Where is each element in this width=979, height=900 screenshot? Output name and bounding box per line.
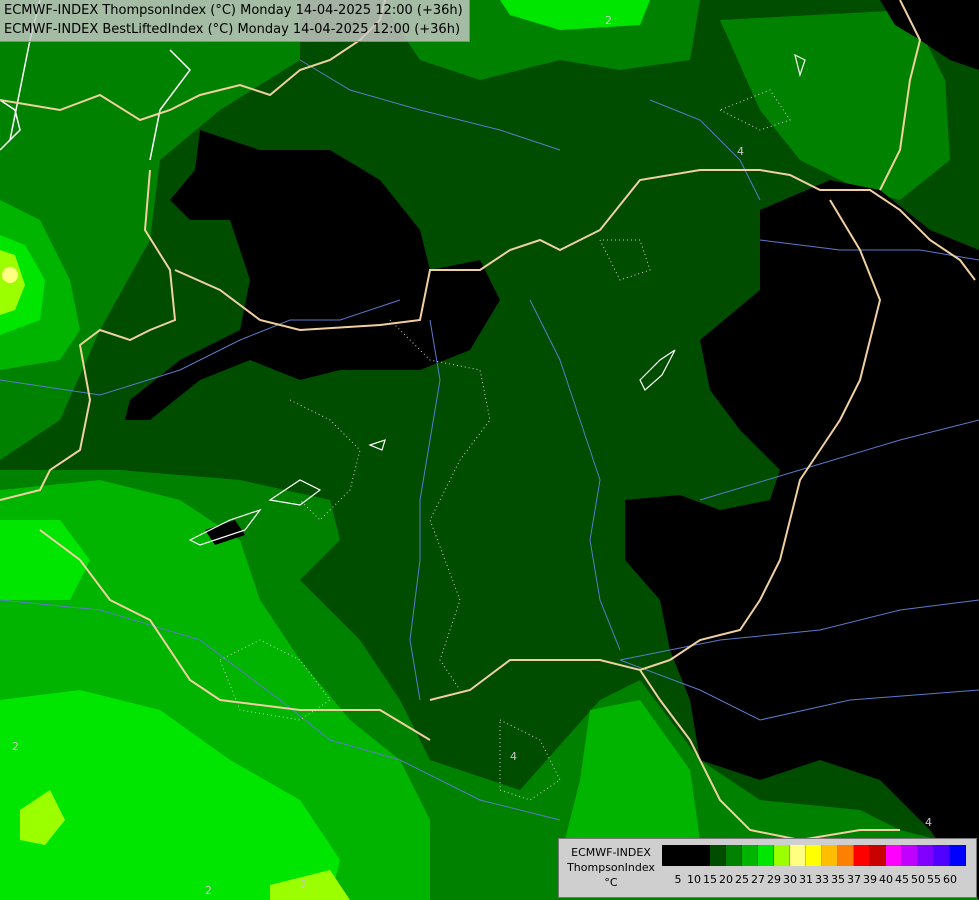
yellow-spot (2, 267, 18, 283)
legend-tick-label: 37 (847, 873, 861, 886)
legend-tick-label: 55 (927, 873, 941, 886)
legend-swatch (854, 845, 870, 866)
legend-tick-label: 15 (703, 873, 717, 886)
header-line-best-lifted-index: ECMWF-INDEX BestLiftedIndex (°C) Monday … (4, 22, 461, 37)
legend-swatch (950, 845, 966, 866)
legend-swatch (662, 845, 678, 866)
contour-label: 4 (925, 816, 932, 829)
legend-swatch (758, 845, 774, 866)
legend-swatch (694, 845, 710, 866)
legend-swatch (742, 845, 758, 866)
legend-swatch (822, 845, 838, 866)
legend-model: ECMWF-INDEX (571, 846, 651, 859)
legend-parameter: ThompsonIndex (567, 861, 655, 874)
map-header: ECMWF-INDEX ThompsonIndex (°C) Monday 14… (0, 0, 470, 42)
legend-unit: °C (604, 876, 618, 889)
legend-tick-label: 25 (735, 873, 749, 886)
contour-label: 4 (737, 145, 744, 158)
contour-label: 2 (12, 740, 19, 753)
legend-tick-label: 5 (674, 873, 682, 886)
legend-tick-label: 45 (895, 873, 909, 886)
legend-swatch (934, 845, 950, 866)
legend-tick-label: 29 (767, 873, 781, 886)
color-legend: ECMWF-INDEX ThompsonIndex °C 5 10 15 20 25 27… (558, 838, 977, 898)
contour-label: 2 (605, 14, 612, 27)
legend-tick-label: 35 (831, 873, 845, 886)
weather-map[interactable]: 2 4 2 4 2 4 2 (0, 0, 979, 900)
legend-swatch (678, 845, 694, 866)
legend-swatch (726, 845, 742, 866)
legend-tick-label: 39 (863, 873, 877, 886)
legend-tick-label: 60 (943, 873, 957, 886)
legend-swatch (806, 845, 822, 866)
legend-title: ECMWF-INDEX ThompsonIndex °C (563, 845, 659, 890)
header-line-thompson-index: ECMWF-INDEX ThompsonIndex (°C) Monday 14… (4, 3, 463, 18)
legend-tick-label: 20 (719, 873, 733, 886)
legend-swatch (710, 845, 726, 866)
contour-label: 2 (300, 878, 307, 891)
legend-tick-label: 50 (911, 873, 925, 886)
contour-label: 2 (205, 884, 212, 897)
legend-swatch (790, 845, 806, 866)
legend-swatch (870, 845, 886, 866)
legend-ticks: 5 10 15 20 25 27 29 30 31 33 35 37 39 40 45 50 55 60 (662, 873, 968, 889)
legend-tick-label: 33 (815, 873, 829, 886)
legend-swatches (662, 845, 966, 866)
legend-tick-label: 40 (879, 873, 893, 886)
legend-tick-label: 10 (687, 873, 701, 886)
contour-label: 4 (510, 750, 517, 763)
legend-tick-label: 27 (751, 873, 765, 886)
legend-swatch (886, 845, 902, 866)
legend-tick-label: 30 (783, 873, 797, 886)
legend-swatch (838, 845, 854, 866)
legend-swatch (918, 845, 934, 866)
legend-swatch (902, 845, 918, 866)
legend-tick-label: 31 (799, 873, 813, 886)
legend-swatch (774, 845, 790, 866)
